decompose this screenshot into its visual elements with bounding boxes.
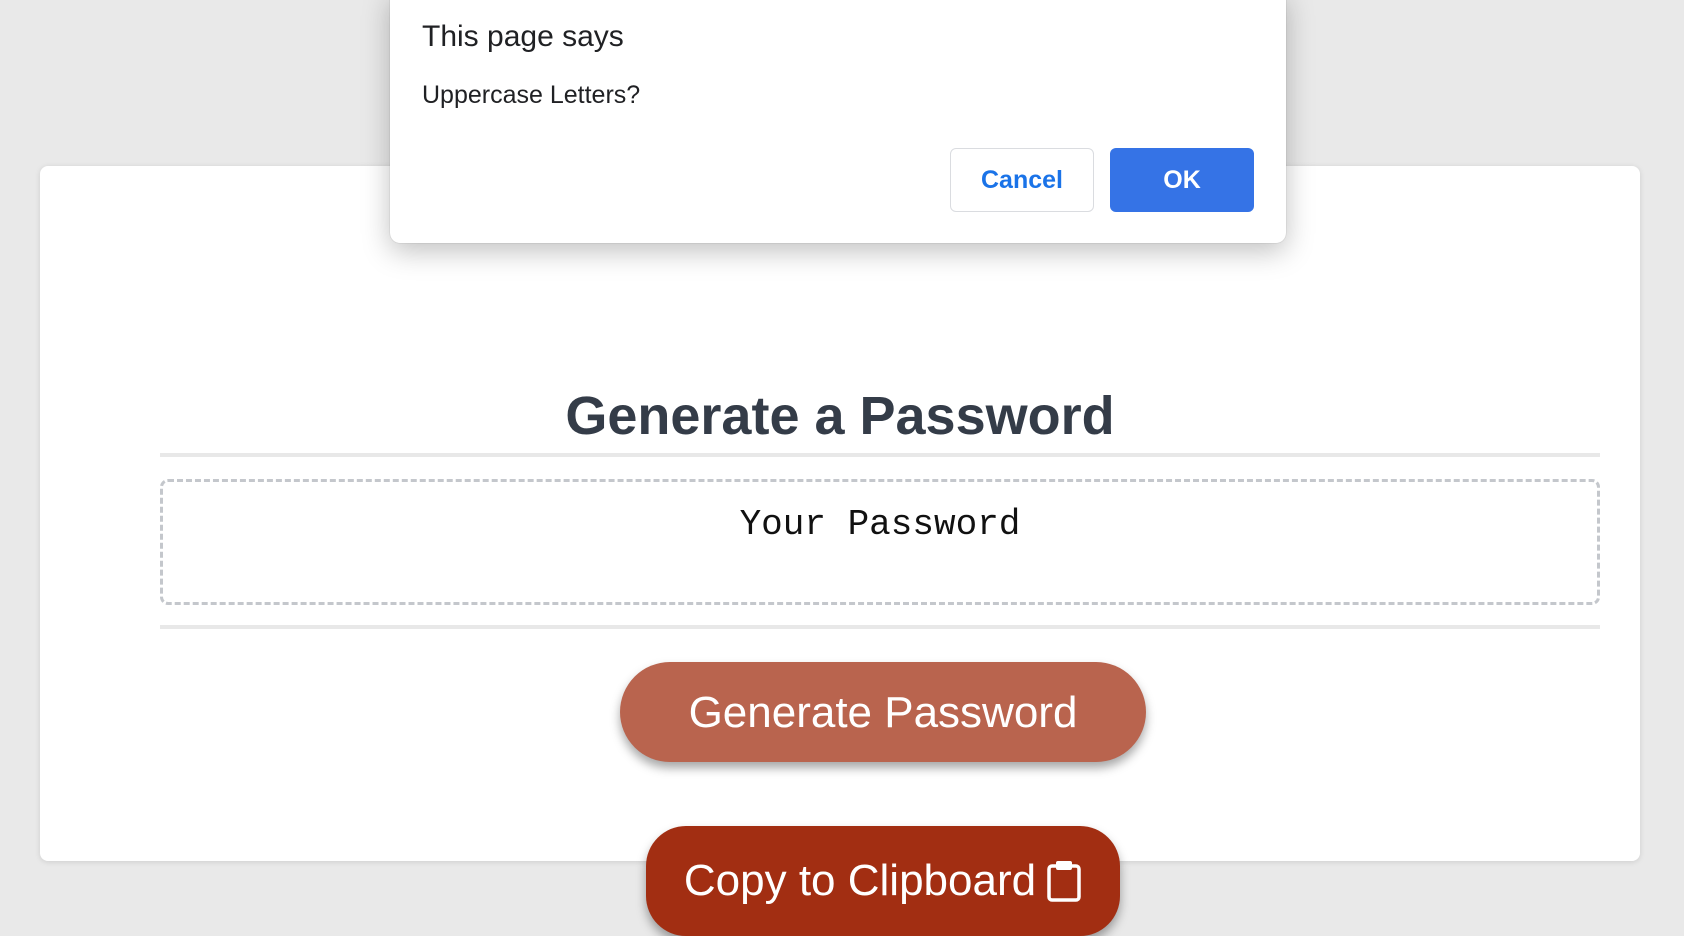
copy-button-label: Copy to Clipboard bbox=[683, 856, 1037, 905]
generate-password-button[interactable]: Generate Password bbox=[620, 662, 1146, 762]
clipboard-icon bbox=[1046, 859, 1082, 903]
ok-button[interactable]: OK bbox=[1110, 148, 1254, 212]
password-textarea[interactable]: Your Password bbox=[160, 479, 1600, 605]
dialog-message: Uppercase Letters? bbox=[422, 81, 641, 109]
copy-to-clipboard-button[interactable]: Copy to Clipboard bbox=[646, 826, 1120, 936]
bottom-divider bbox=[160, 625, 1600, 629]
dialog-title: This page says bbox=[422, 20, 624, 53]
top-divider bbox=[160, 453, 1600, 457]
page-title: Generate a Password bbox=[565, 386, 1115, 446]
cancel-button[interactable]: Cancel bbox=[950, 148, 1094, 212]
password-generator-card: Generate a Password Your Password Genera… bbox=[40, 166, 1640, 936]
alert-dialog: This page says Uppercase Letters? Cancel… bbox=[390, 0, 1286, 243]
